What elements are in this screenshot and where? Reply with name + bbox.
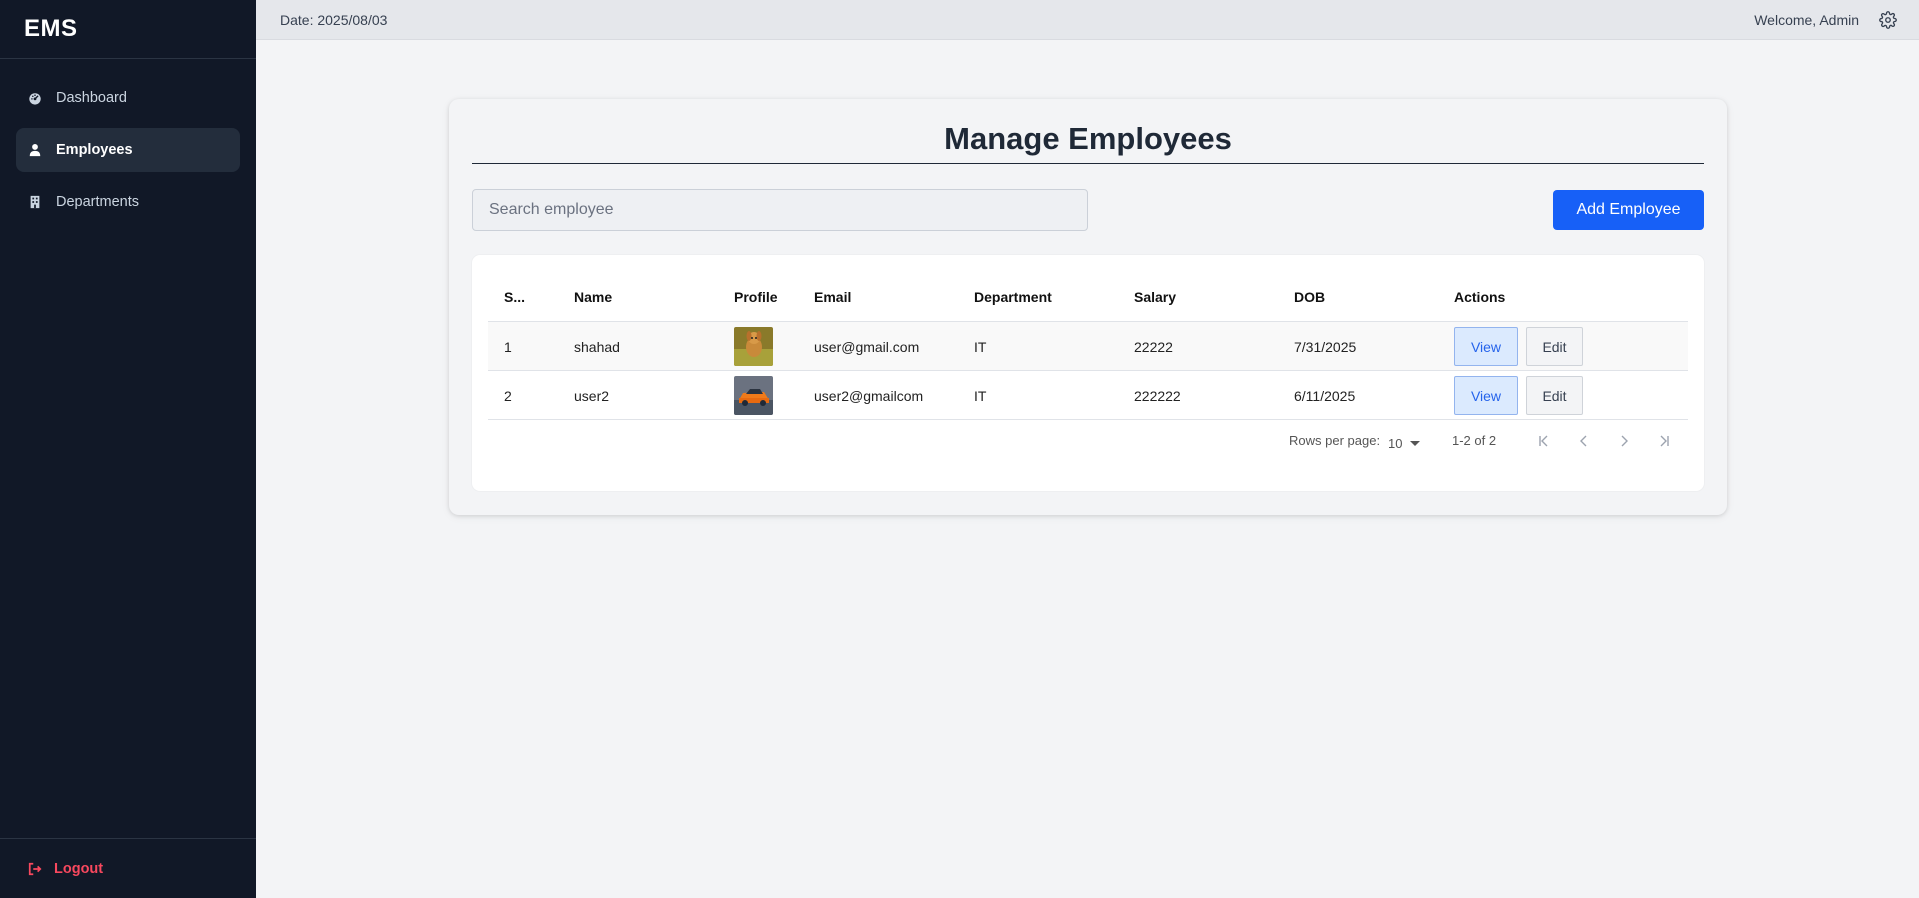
logout-button[interactable]: Logout [0,838,256,898]
add-employee-button[interactable]: Add Employee [1553,190,1704,230]
first-page-icon[interactable] [1534,431,1554,451]
column-header-department[interactable]: Department [974,289,1052,305]
sidebar-item-label: Departments [56,194,140,210]
gear-icon[interactable] [1879,10,1897,29]
sidebar-item-label: Dashboard [56,90,127,106]
table-row: 2 user2 user2@gmailcom IT 222222 6/11/20… [488,371,1688,420]
rows-per-page-value: 10 [1388,435,1403,451]
cell-name: shahad [574,339,620,355]
table-header: S... Name Profile Email Department Salar… [488,255,1688,322]
view-button[interactable]: View [1454,327,1518,366]
employees-table: S... Name Profile Email Department Salar… [472,255,1704,491]
cell-sno: 2 [504,388,512,404]
cell-email: user2@gmailcom [814,388,924,404]
sign-out-icon [28,862,42,875]
last-page-icon[interactable] [1654,431,1674,451]
tachometer-icon [28,91,42,105]
sidebar-item-employees[interactable]: Employees [16,128,240,172]
search-input[interactable] [472,189,1088,231]
view-button[interactable]: View [1454,376,1518,415]
cell-sno: 1 [504,339,512,355]
profile-image [734,376,773,415]
column-header-name[interactable]: Name [574,289,612,305]
sidebar-item-dashboard[interactable]: Dashboard [16,76,240,120]
manage-employees-card: Manage Employees Add Employee S... Name … [449,99,1727,515]
column-header-email[interactable]: Email [814,289,851,305]
logout-label: Logout [54,860,104,877]
welcome-text: Welcome, Admin [1754,11,1859,28]
cell-name: user2 [574,388,610,404]
column-header-sno[interactable]: S... [504,289,525,305]
column-header-dob[interactable]: DOB [1294,289,1325,305]
next-page-icon[interactable] [1614,431,1634,451]
page-title: Manage Employees [472,119,1704,164]
sidebar: EMS Dashboard Employees Departments Logo… [0,0,256,898]
user-icon [28,143,42,157]
column-header-salary[interactable]: Salary [1134,289,1176,305]
rows-per-page-select[interactable]: 10 [1388,433,1421,453]
rows-per-page-label: Rows per page: [1289,433,1381,448]
topbar: Date: 2025/08/03 Welcome, Admin [256,0,1919,40]
cell-salary: 222222 [1134,388,1181,404]
edit-button[interactable]: Edit [1526,376,1583,415]
cell-department: IT [974,339,987,355]
building-icon [28,195,42,209]
current-date: Date: 2025/08/03 [280,11,388,28]
cell-salary: 22222 [1134,339,1173,355]
column-header-profile: Profile [734,289,778,305]
cell-dob: 7/31/2025 [1294,339,1357,355]
previous-page-icon[interactable] [1574,431,1594,451]
column-header-actions: Actions [1454,289,1506,305]
sidebar-nav: Dashboard Employees Departments [0,59,256,224]
cell-email: user@gmail.com [814,339,920,355]
edit-button[interactable]: Edit [1526,327,1583,366]
brand-logo: EMS [0,0,256,59]
cell-department: IT [974,388,987,404]
sidebar-item-departments[interactable]: Departments [16,180,240,224]
profile-image [734,327,773,366]
caret-down-icon [1410,440,1421,446]
cell-dob: 6/11/2025 [1294,388,1356,404]
pagination-range: 1-2 of 2 [1452,433,1497,448]
sidebar-item-label: Employees [56,142,133,158]
table-row: 1 shahad user@gmail.com IT 22222 7/31/20… [488,322,1688,371]
